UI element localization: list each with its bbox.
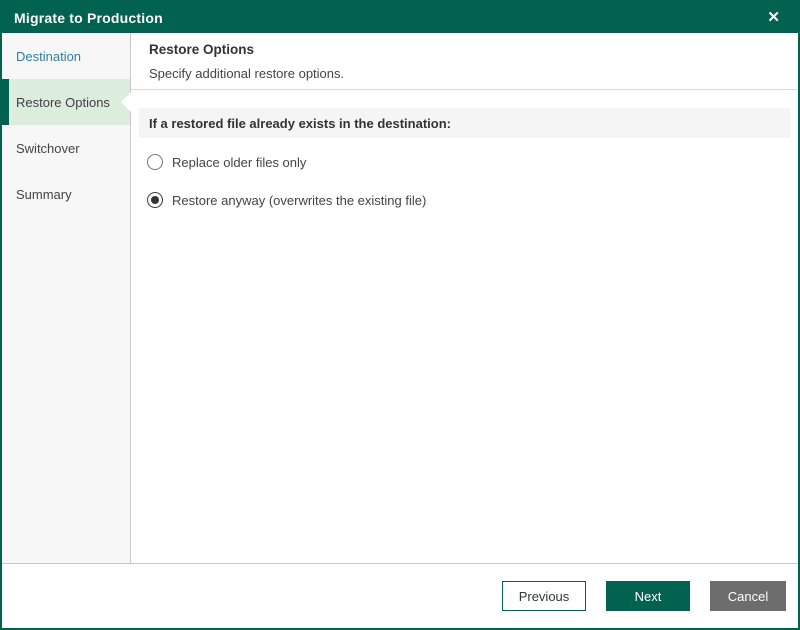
main-area: Destination Restore Options Switchover S… bbox=[2, 33, 798, 563]
previous-button[interactable]: Previous bbox=[502, 581, 586, 611]
title-bar: Migrate to Production ✕ bbox=[2, 2, 798, 33]
step-subtitle: Specify additional restore options. bbox=[149, 66, 345, 81]
option-label: Replace older files only bbox=[172, 154, 307, 170]
section-header: If a restored file already exists in the… bbox=[139, 108, 790, 138]
close-icon[interactable]: ✕ bbox=[761, 8, 786, 27]
option-label: Restore anyway (overwrites the existing … bbox=[172, 192, 427, 208]
cancel-button[interactable]: Cancel bbox=[710, 581, 786, 611]
sidebar-item-label: Summary bbox=[16, 186, 72, 202]
step-title: Restore Options bbox=[149, 42, 255, 57]
window-title: Migrate to Production bbox=[14, 9, 163, 26]
wizard-steps-sidebar: Destination Restore Options Switchover S… bbox=[2, 33, 131, 563]
sidebar-item-label: Switchover bbox=[16, 140, 80, 156]
sidebar-item-destination[interactable]: Destination bbox=[2, 33, 130, 79]
sidebar-item-summary[interactable]: Summary bbox=[2, 171, 130, 217]
footer-button-bar: Previous Next Cancel bbox=[2, 563, 798, 628]
content-panel: Restore Options Specify additional resto… bbox=[131, 33, 798, 563]
step-header: Restore Options Specify additional resto… bbox=[131, 33, 798, 90]
radio-button[interactable] bbox=[147, 192, 163, 208]
sidebar-item-switchover[interactable]: Switchover bbox=[2, 125, 130, 171]
radio-button[interactable] bbox=[147, 154, 163, 170]
option-restore-anyway[interactable]: Restore anyway (overwrites the existing … bbox=[147, 192, 780, 208]
sidebar-item-label: Restore Options bbox=[16, 94, 110, 110]
wizard-dialog: Migrate to Production ✕ Destination Rest… bbox=[0, 0, 800, 630]
next-button[interactable]: Next bbox=[606, 581, 690, 611]
radio-group: Replace older files only Restore anyway … bbox=[131, 138, 798, 230]
option-replace-older[interactable]: Replace older files only bbox=[147, 154, 780, 170]
sidebar-item-restore-options[interactable]: Restore Options bbox=[2, 79, 130, 125]
sidebar-item-label: Destination bbox=[16, 48, 82, 64]
